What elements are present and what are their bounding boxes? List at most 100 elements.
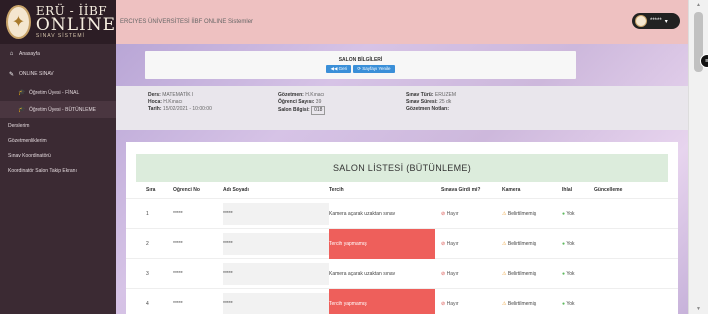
ders-label: Ders: (148, 92, 161, 98)
table-row: 3 ***** ***** Kamera açarak uzaktan sınav ⊘ … (126, 258, 678, 288)
cell-sinava-girdi: Hayır (446, 240, 459, 247)
cell-kamera: Belirtilmemiş (507, 240, 537, 247)
logo-text: ERÜ - İİBF ONLINE SINAV SİSTEMİ (36, 5, 116, 39)
cell-ihlal: Yok (566, 300, 575, 307)
cell-ogrenci-no: ***** (173, 240, 183, 247)
sidebar-item-online-sinav[interactable]: ✎ ONLINE SINAV (0, 64, 116, 84)
home-icon: ⌂ (9, 51, 14, 57)
sidebar-item-sinav-koordinatoru[interactable]: Sınav Koordinatörü (0, 148, 116, 163)
cell-kamera: Belirtilmemiş (507, 270, 537, 277)
sidebar-item-label: Koordinatör Salon Takip Ekranı (8, 167, 77, 174)
sinav-turu-value: ERUZEM (434, 92, 457, 98)
cell-adi-soyadi: ***** (223, 292, 329, 314)
ders-value: MATEMATİK I (162, 92, 194, 98)
cell-sira: 1 (146, 210, 149, 217)
page-title: ERCIYES ÜNİVERSİTESİ İİBF ONLINE Sisteml… (120, 19, 254, 25)
hoca-value: H.Kınacı (163, 99, 183, 105)
cell-ogrenci-no: ***** (173, 270, 183, 277)
cell-sinava-girdi: Hayır (446, 300, 459, 307)
gozetmen-value: H.Kınacı (305, 92, 325, 98)
refresh-icon: ⟳ (357, 66, 361, 71)
topbar: ERCIYES ÜNİVERSİTESİ İİBF ONLINE Sisteml… (116, 0, 688, 44)
sinav-turu-label: Sınav Türü: (406, 92, 434, 98)
check-circle-icon: ● (562, 270, 566, 277)
sidebar-item-gozetmenliklerim[interactable]: Gözetmenliklerim (0, 133, 116, 148)
x-circle-icon: ⊘ (441, 210, 446, 217)
x-circle-icon: ⊘ (441, 240, 446, 247)
col-adi-soyadi: Adı Soyadı (223, 187, 249, 193)
user-menu-button[interactable]: ***** ▾ (632, 13, 680, 29)
sidebar-item-label: ONLINE SINAV (19, 71, 54, 77)
salon-info-box: SALON BİLGİLERİ ◀◀ Geri ⟳ Sayfayı Yenile (145, 51, 576, 79)
scroll-down-icon[interactable]: ▼ (696, 306, 701, 312)
sidebar: ✦ ERÜ - İİBF ONLINE SINAV SİSTEMİ ⌂ Anas… (0, 0, 116, 314)
avatar (635, 15, 647, 27)
ogrenci-sayisi-label: Öğrenci Sayısı: (278, 99, 315, 105)
table-row: 1 ***** ***** Kamera açarak uzaktan sınav ⊘ … (126, 198, 678, 228)
gozetmen-notlari-label: Gözetmen Notları: (406, 106, 450, 112)
user-name: ***** (650, 18, 662, 24)
scroll-up-icon[interactable]: ▲ (696, 2, 701, 8)
col-guncelleme: Güncelleme (594, 187, 623, 193)
gozetmen-label: Gözetmen: (278, 92, 304, 98)
refresh-button[interactable]: ⟳ Sayfayı Yenile (353, 65, 395, 73)
cell-ihlal: Yok (566, 210, 575, 217)
x-circle-icon: ⊘ (441, 270, 446, 277)
university-seal-icon: ✦ (6, 5, 31, 39)
back-icon: ◀◀ (330, 66, 338, 71)
check-circle-icon: ● (562, 210, 566, 217)
table-row: 2 ***** ***** Tercih yapmamış ⊘ Hayır ⚠ Belir… (126, 228, 678, 259)
cell-sinava-girdi: Hayır (446, 270, 459, 277)
col-kamera: Kamera (502, 187, 521, 193)
warning-icon: ⚠ (502, 240, 507, 247)
col-tercih: Tercih (329, 187, 344, 193)
sidebar-item-label: Öğretim Üyesi - BÜTÜNLEME (29, 106, 96, 113)
sidebar-item-koordinator-salon-takip[interactable]: Koordinatör Salon Takip Ekranı (0, 163, 116, 178)
sidebar-item-ogretim-butunleme[interactable]: 🎓 Öğretim Üyesi - BÜTÜNLEME (0, 101, 116, 118)
chevron-down-icon: ▾ (664, 18, 668, 25)
col-sira: Sıra (146, 187, 156, 193)
cell-kamera: Belirtilmemiş (507, 300, 537, 307)
col-ogrenci-no: Öğrenci No (173, 187, 200, 193)
cell-tercih: Tercih yapmamış (329, 288, 435, 314)
sidebar-item-derslerim[interactable]: Derslerim (0, 118, 116, 133)
tarih-label: Tarih: (148, 106, 162, 112)
back-button-label: Geri (338, 66, 348, 71)
table-row: 4 ***** ***** Tercih yapmamış ⊘ Hayır ⚠ Belir… (126, 288, 678, 314)
refresh-button-label: Sayfayı Yenile (362, 66, 391, 71)
hoca-label: Hoca: (148, 99, 162, 105)
cell-kamera: Belirtilmemiş (507, 210, 537, 217)
sidebar-toggle-button[interactable]: ≡ (700, 54, 708, 68)
sidebar-item-ogretim-final[interactable]: 🎓 Öğretim Üyesi - FİNAL (0, 84, 116, 101)
cell-tercih: Kamera açarak uzaktan sınav (329, 210, 396, 217)
x-circle-icon: ⊘ (441, 300, 446, 307)
sinav-suresi-value: 25 dk (439, 99, 452, 105)
cell-adi-soyadi: ***** (223, 202, 329, 225)
back-button[interactable]: ◀◀ Geri (326, 65, 352, 73)
salon-list-panel: SALON LİSTESİ (BÜTÜNLEME) Sıra Öğrenci N… (126, 142, 678, 314)
logo[interactable]: ✦ ERÜ - İİBF ONLINE SINAV SİSTEMİ (0, 0, 116, 44)
sidebar-item-label: Sınav Koordinatörü (8, 152, 51, 159)
col-ihlal: İhlal (562, 187, 573, 193)
sidebar-item-anasayfa[interactable]: ⌂ Anasayfa (0, 44, 116, 64)
cell-ihlal: Yok (566, 240, 575, 247)
logo-line2: ONLINE (35, 15, 116, 35)
sidebar-item-label: Öğretim Üyesi - FİNAL (29, 89, 80, 96)
warning-icon: ⚠ (502, 210, 507, 217)
check-circle-icon: ● (562, 300, 566, 307)
cell-ogrenci-no: ***** (173, 300, 183, 307)
pencil-icon: ✎ (8, 71, 15, 78)
sidebar-item-label: Gözetmenliklerim (8, 137, 47, 144)
cell-sinava-girdi: Hayır (446, 210, 459, 217)
sinav-suresi-label: Sınav Süresi: (406, 99, 438, 105)
exam-details: Ders: MATEMATİK I Hoca: H.Kınacı Tarih: … (116, 86, 688, 130)
graduation-cap-icon: 🎓 (18, 107, 26, 113)
cell-sira: 2 (146, 240, 149, 247)
salon-list-title: SALON LİSTESİ (BÜTÜNLEME) (136, 154, 668, 182)
scrollbar[interactable]: ▲ ▼ (688, 0, 708, 314)
cell-adi-soyadi: ***** (223, 262, 329, 285)
salon-value: 018 (311, 106, 326, 115)
cell-adi-soyadi: ***** (223, 232, 329, 255)
sidebar-item-label: Derslerim (8, 122, 30, 129)
col-sinava-girdi: Sınava Girdi mi? (441, 187, 481, 193)
